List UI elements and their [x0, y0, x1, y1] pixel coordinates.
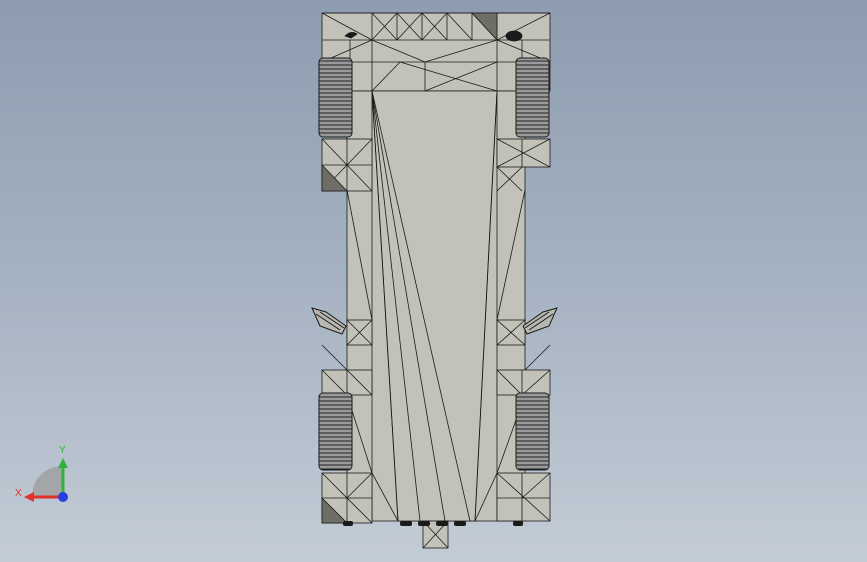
z-axis-dot	[58, 492, 68, 502]
graphics-viewport[interactable]: X Y	[0, 0, 867, 562]
rear-right-fender	[496, 369, 551, 396]
x-axis-label: X	[15, 488, 22, 499]
mirror-right	[522, 307, 558, 335]
wheel-rear-right	[515, 392, 550, 471]
y-axis-label: Y	[59, 445, 66, 456]
wheel-front-left	[318, 57, 353, 138]
triad-plane-icon	[32, 466, 62, 496]
vehicle-model-top-view[interactable]	[0, 0, 867, 562]
wheel-front-right	[515, 57, 550, 138]
front-right-lamp	[505, 30, 523, 42]
y-axis-arrow-icon	[58, 458, 68, 468]
wheel-rear-left	[318, 392, 353, 471]
mirror-left	[311, 307, 347, 335]
orientation-triad: X Y	[15, 445, 68, 502]
x-axis-arrow-icon	[24, 492, 34, 502]
